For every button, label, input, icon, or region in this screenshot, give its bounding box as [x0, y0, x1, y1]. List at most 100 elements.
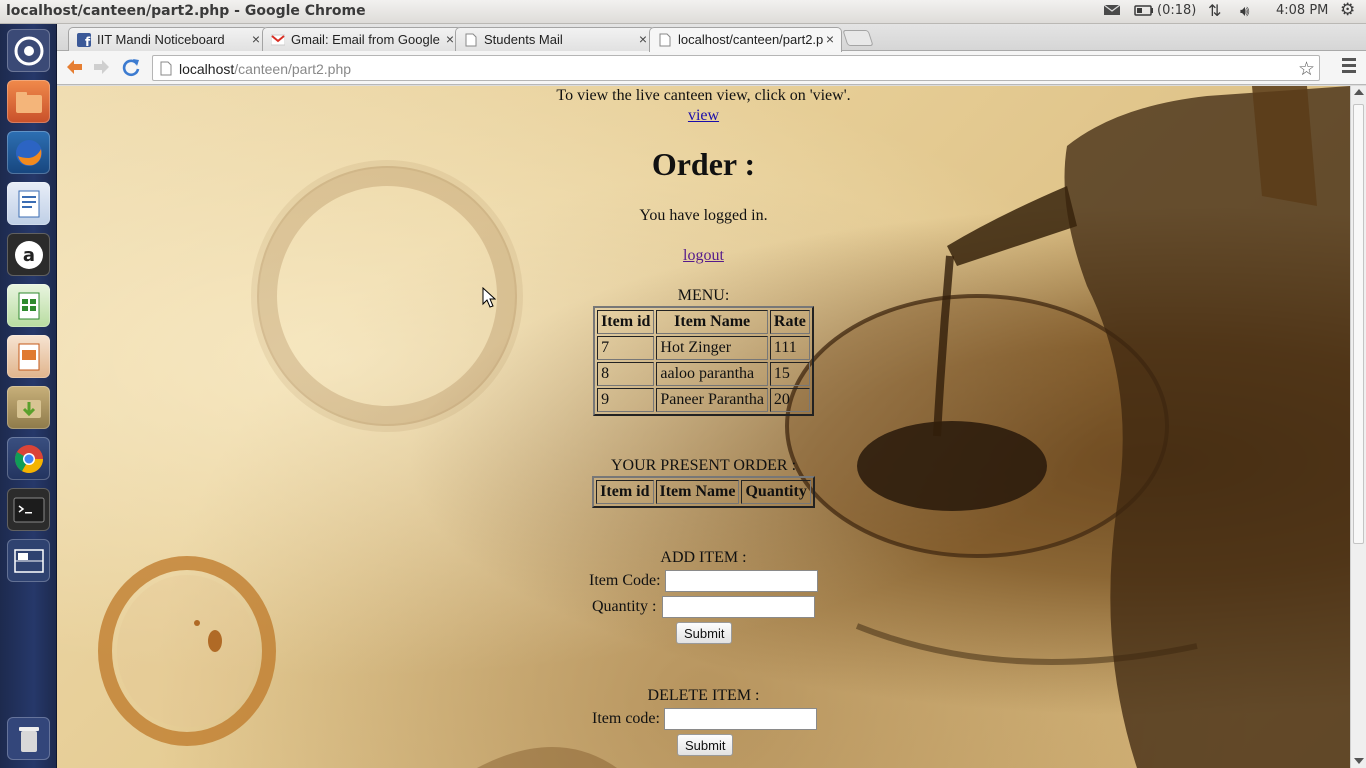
url-text: localhost/canteen/part2.php: [179, 61, 351, 77]
item-name-cell: Paneer Parantha: [656, 388, 768, 412]
tab-canteen[interactable]: localhost/canteen/part2.p ×: [649, 27, 842, 52]
order-caption: YOUR PRESENT ORDER :: [610, 457, 797, 474]
item-name-cell: Hot Zinger: [656, 336, 768, 360]
mail-icon[interactable]: [1103, 3, 1121, 21]
item-name-cell: aaloo parantha: [656, 362, 768, 386]
firefox-icon[interactable]: [7, 131, 50, 174]
tab-label: localhost/canteen/part2.p: [678, 32, 824, 47]
intro-text: To view the live canteen view, click on …: [556, 87, 851, 104]
forward-arrow-icon[interactable]: [91, 57, 113, 79]
column-header: Item id: [596, 480, 654, 504]
terminal-icon[interactable]: [7, 488, 50, 531]
table-row: 7 Hot Zinger 111: [597, 336, 810, 360]
tab-close-icon[interactable]: ×: [639, 31, 647, 47]
svg-text:a: a: [22, 245, 34, 266]
impress-icon[interactable]: [7, 335, 50, 378]
window-title: localhost/canteen/part2.php - Google Chr…: [6, 3, 366, 19]
table-header-row: Item id Item Name Quantity: [596, 480, 811, 504]
scroll-up-icon[interactable]: [1354, 89, 1364, 95]
add-quantity-input[interactable]: [662, 596, 815, 618]
url-path: /canteen/part2.php: [234, 61, 352, 77]
power-gear-icon[interactable]: ⚙: [1340, 0, 1355, 20]
browser-window: f IIT Mandi Noticeboard × Gmail: Email f…: [57, 24, 1366, 768]
vertical-scrollbar[interactable]: [1350, 86, 1366, 768]
writer-icon[interactable]: [7, 182, 50, 225]
mouse-cursor-icon: [482, 287, 496, 308]
scroll-down-icon[interactable]: [1354, 758, 1364, 764]
logout-link[interactable]: logout: [683, 247, 724, 264]
reload-icon[interactable]: [120, 57, 142, 79]
address-bar[interactable]: localhost/canteen/part2.php ☆: [152, 55, 1320, 81]
dash-home-icon[interactable]: [7, 29, 50, 72]
page-heading: Order :: [651, 146, 756, 182]
coffee-background-art: [98, 86, 1350, 768]
trash-icon[interactable]: [7, 717, 50, 760]
login-status: You have logged in.: [639, 207, 768, 224]
software-updater-icon[interactable]: [7, 386, 50, 429]
tab-close-icon[interactable]: ×: [446, 31, 454, 47]
rate-cell: 20: [769, 388, 810, 412]
network-icon[interactable]: ⇅: [1208, 1, 1221, 20]
tab-label: Students Mail: [484, 32, 563, 47]
svg-text:f: f: [85, 35, 91, 47]
view-link[interactable]: view: [688, 107, 719, 124]
item-id-cell: 9: [597, 388, 655, 412]
page-viewport: To view the live canteen view, click on …: [57, 86, 1350, 768]
bookmark-star-icon[interactable]: ☆: [1298, 58, 1315, 81]
add-item-caption: ADD ITEM :: [660, 549, 747, 566]
rate-cell: 111: [769, 336, 810, 360]
delete-submit-button[interactable]: Submit: [677, 734, 734, 756]
order-table: Item id Item Name Quantity: [592, 476, 815, 508]
tab-iit-mandi[interactable]: f IIT Mandi Noticeboard ×: [68, 27, 268, 51]
chrome-menu-icon[interactable]: [1342, 58, 1356, 76]
scroll-thumb[interactable]: [1353, 104, 1364, 544]
tab-label: IIT Mandi Noticeboard: [97, 32, 225, 47]
delete-code-label: Item code:: [592, 710, 660, 727]
tab-close-icon[interactable]: ×: [826, 31, 834, 47]
add-item-code-input[interactable]: [665, 570, 818, 592]
table-row: 8 aaloo parantha 15: [597, 362, 810, 386]
battery-time: (0:18): [1157, 3, 1197, 18]
tab-label: Gmail: Email from Google: [291, 32, 440, 47]
battery-icon[interactable]: [1134, 3, 1154, 21]
add-code-label: Item Code:: [589, 572, 661, 589]
column-header: Item id: [597, 310, 655, 334]
chrome-icon[interactable]: [7, 437, 50, 480]
item-id-cell: 7: [597, 336, 655, 360]
page-icon: [659, 33, 671, 47]
delete-item-code-input[interactable]: [664, 708, 817, 730]
tab-strip: f IIT Mandi Noticeboard × Gmail: Email f…: [57, 24, 1366, 52]
back-arrow-icon[interactable]: [63, 57, 85, 79]
url-host: localhost: [179, 61, 235, 77]
table-row: 9 Paneer Parantha 20: [597, 388, 810, 412]
rate-cell: 15: [769, 362, 810, 386]
workspace-switcher-icon[interactable]: [7, 539, 50, 582]
volume-icon[interactable]: 🔊︎: [1240, 2, 1249, 20]
clock[interactable]: 4:08 PM: [1276, 3, 1328, 18]
delete-item-caption: DELETE ITEM :: [647, 687, 760, 704]
calc-icon[interactable]: [7, 284, 50, 327]
launcher: a: [0, 24, 57, 768]
facebook-icon: f: [77, 33, 91, 47]
add-submit-button[interactable]: Submit: [676, 622, 733, 644]
toolbar: localhost/canteen/part2.php ☆: [57, 51, 1366, 85]
column-header: Item Name: [655, 480, 740, 504]
menu-caption: MENU:: [677, 287, 730, 304]
top-panel: localhost/canteen/part2.php - Google Chr…: [0, 0, 1366, 24]
menu-table: Item id Item Name Rate 7 Hot Zinger 111 …: [593, 306, 814, 416]
gmail-icon: [271, 34, 285, 46]
column-header: Rate: [769, 310, 810, 334]
table-header-row: Item id Item Name Rate: [597, 310, 810, 334]
new-tab-button[interactable]: [842, 30, 874, 46]
tab-students-mail[interactable]: Students Mail ×: [455, 27, 655, 51]
tab-gmail[interactable]: Gmail: Email from Google ×: [262, 27, 462, 51]
page-icon: [160, 61, 172, 76]
item-id-cell: 8: [597, 362, 655, 386]
amazon-icon[interactable]: a: [7, 233, 50, 276]
files-icon[interactable]: [7, 80, 50, 123]
tab-close-icon[interactable]: ×: [252, 31, 260, 47]
page-icon: [465, 33, 477, 47]
add-quantity-label: Quantity :: [592, 598, 657, 615]
column-header: Quantity: [741, 480, 811, 504]
column-header: Item Name: [656, 310, 768, 334]
